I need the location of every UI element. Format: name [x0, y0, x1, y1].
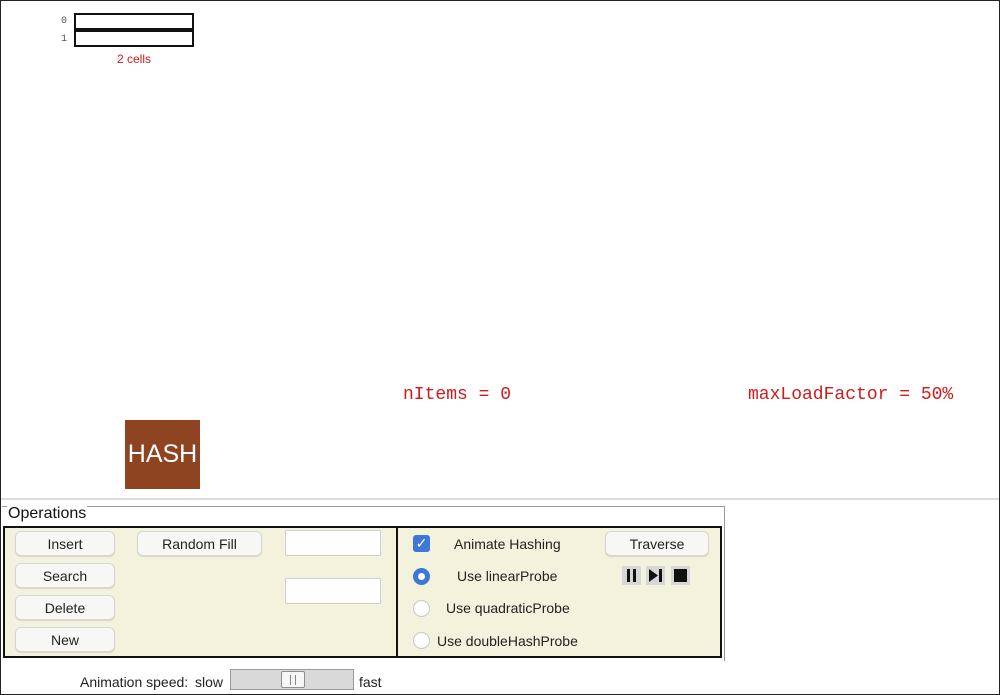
speed-slow-label: slow: [195, 674, 224, 690]
canvas-separator: [1, 498, 999, 500]
speed-fast-label: fast: [359, 674, 382, 690]
animation-speed-label: Animation speed:: [80, 674, 189, 690]
hash-table-cell-1: [74, 30, 194, 47]
cell-index-1: 1: [60, 34, 67, 45]
double-hash-probe-label: Use doubleHashProbe: [437, 633, 578, 649]
quadratic-probe-radio[interactable]: [413, 600, 430, 617]
animate-hashing-checkbox[interactable]: ✓: [413, 535, 430, 552]
double-hash-probe-radio[interactable]: [413, 632, 430, 649]
hash-table-cell-0: [74, 13, 194, 30]
pause-icon[interactable]: [622, 566, 641, 585]
cells-count-label: 2 cells: [116, 52, 151, 66]
traverse-button[interactable]: Traverse: [605, 531, 709, 556]
visualization-canvas: 0 1 2 cells nItems = 0 maxLoadFactor = 5…: [1, 1, 999, 498]
linear-probe-radio[interactable]: [413, 568, 430, 585]
value-input[interactable]: [285, 578, 381, 604]
insert-button[interactable]: Insert: [15, 531, 115, 556]
animation-speed-slider[interactable]: [230, 669, 354, 690]
new-button[interactable]: New: [15, 627, 115, 652]
max-load-factor-label: maxLoadFactor = 50%: [748, 385, 954, 405]
stop-icon[interactable]: [671, 566, 690, 585]
n-items-label: nItems = 0: [403, 385, 512, 405]
delete-button[interactable]: Delete: [15, 595, 115, 620]
hash-function-box: HASH: [125, 420, 200, 489]
cell-index-0: 0: [60, 16, 67, 27]
slider-thumb[interactable]: [281, 671, 305, 688]
animate-hashing-label: Animate Hashing: [454, 536, 561, 552]
linear-probe-label: Use linearProbe: [457, 568, 558, 584]
operations-legend: Operations: [7, 505, 88, 523]
step-icon[interactable]: [646, 566, 665, 585]
search-button[interactable]: Search: [15, 563, 115, 588]
key-input[interactable]: [285, 530, 381, 556]
random-fill-button[interactable]: Random Fill: [137, 531, 262, 556]
quadratic-probe-label: Use quadraticProbe: [446, 600, 570, 616]
